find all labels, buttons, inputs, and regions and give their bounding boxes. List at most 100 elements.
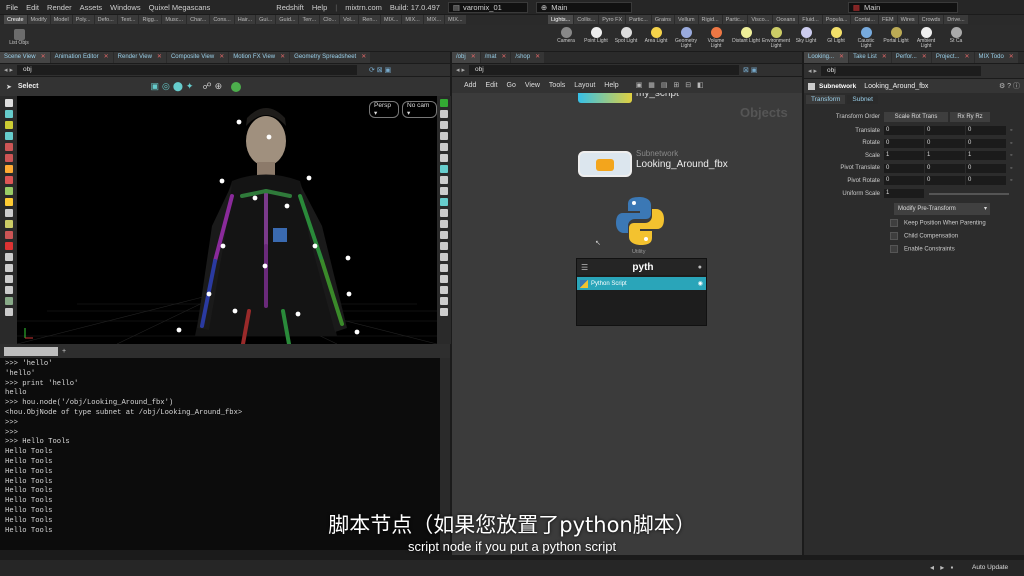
tool-icon[interactable]	[4, 308, 13, 316]
network-path[interactable]: obj	[468, 65, 739, 75]
network-menu-item[interactable]: Layout	[574, 82, 595, 89]
network-display-icons[interactable]: ▣ ▦ ▤ ⊞ ⊟ ◧	[636, 81, 706, 89]
menu-render[interactable]: Render	[47, 3, 72, 12]
display-option-icon[interactable]	[440, 286, 448, 294]
checkbox-row[interactable]: Keep Position When Parenting	[890, 219, 986, 227]
shelf-tab[interactable]: Vellum	[675, 15, 698, 24]
green-status-icon[interactable]	[231, 81, 242, 92]
menu-list-icon[interactable]: ☰	[581, 263, 588, 272]
param-value-field[interactable]: 0	[966, 126, 1006, 135]
menu-quixel[interactable]: Quixel Megascans	[149, 3, 211, 12]
shelf-tab[interactable]: Rigg...	[139, 15, 162, 24]
shelf-tab[interactable]: FEM	[878, 15, 897, 24]
shelf-tab[interactable]: MIX...	[402, 15, 423, 24]
param-value-field[interactable]: 0	[884, 126, 924, 135]
close-tab-icon[interactable]: ✕	[471, 52, 476, 63]
network-menu-item[interactable]: Tools	[549, 82, 565, 89]
scene-viewport[interactable]: Persp ▾ No cam ▾	[17, 96, 437, 344]
checkbox[interactable]	[890, 245, 898, 253]
display-option-icon[interactable]	[440, 275, 448, 283]
display-option-icon[interactable]	[440, 176, 448, 184]
viewer-tab[interactable]: Animation Editor ✕	[50, 52, 113, 63]
shelf-tab[interactable]: Partic...	[626, 15, 651, 24]
tool-icon[interactable]	[4, 286, 13, 294]
file-name-field[interactable]: ▤ varomix_01	[447, 1, 528, 13]
checkbox[interactable]	[890, 219, 898, 227]
checkbox-row[interactable]: Enable Constraints	[890, 245, 955, 253]
display-option-icon[interactable]	[440, 143, 448, 151]
shelf-tab[interactable]: Lights...	[548, 15, 574, 24]
checkbox-row[interactable]: Child Compensation	[890, 232, 958, 240]
shelf-tab[interactable]: Oceans	[773, 15, 799, 24]
tab-search-input[interactable]: pyth	[588, 262, 698, 273]
menu-edit[interactable]: Edit	[26, 3, 39, 12]
shelf-tab[interactable]: Collis...	[574, 15, 599, 24]
shelf-tab[interactable]: Crowds	[918, 15, 944, 24]
net-pin-icon[interactable]: ⊠ ▣	[743, 66, 757, 74]
shelf-tab[interactable]: Partic...	[722, 15, 748, 24]
param-key-icon[interactable]: ◦	[1010, 140, 1012, 147]
close-tab-icon[interactable]: ✕	[839, 52, 844, 63]
list-objs-tool[interactable]: List Objs	[4, 27, 34, 46]
close-tab-icon[interactable]: ✕	[104, 52, 109, 63]
param-settings-icon[interactable]: ⚙ ? ⓘ	[999, 81, 1020, 91]
light-tool[interactable]: GI Light	[822, 25, 850, 51]
rot-order-select[interactable]: Rx Ry Rz	[950, 111, 990, 122]
modify-pretransform-button[interactable]: Modify Pre-Transform ▾	[894, 203, 990, 215]
param-value-field[interactable]: 0	[966, 163, 1006, 173]
param-value-field[interactable]: 0	[925, 138, 965, 148]
display-option-icon[interactable]	[440, 187, 448, 195]
close-tab-icon[interactable]: ✕	[501, 52, 506, 63]
param-value-field[interactable]: 0	[884, 163, 924, 173]
tool-icon[interactable]	[4, 220, 13, 228]
display-option-icon[interactable]	[440, 154, 448, 162]
add-tab-icon[interactable]: +	[62, 348, 66, 355]
desktop-select[interactable]: ⊕ Main	[535, 1, 632, 13]
close-tab-icon[interactable]: ✕	[219, 52, 224, 63]
auto-update-button[interactable]: Auto Update	[972, 564, 1008, 571]
display-option-icon[interactable]	[440, 253, 448, 261]
menu-windows[interactable]: Windows	[110, 3, 140, 12]
desktop-select-2[interactable]: ▦ Main	[847, 1, 958, 13]
param-tab[interactable]: Project... ✕	[931, 52, 974, 63]
shelf-tab[interactable]: Popula...	[822, 15, 851, 24]
display-option-icon[interactable]	[440, 99, 448, 107]
light-tool[interactable]: Area Light	[642, 25, 670, 51]
tool-icon[interactable]	[4, 121, 13, 129]
param-key-icon[interactable]: ◦	[1010, 152, 1012, 159]
menu-file[interactable]: File	[6, 3, 18, 12]
close-tab-icon[interactable]: ✕	[157, 52, 162, 63]
tool-icon[interactable]	[4, 154, 13, 162]
light-tool[interactable]: Spot Light	[612, 25, 640, 51]
close-tab-icon[interactable]: ✕	[535, 52, 540, 63]
param-value-field[interactable]: 1	[884, 151, 924, 160]
tool-icon[interactable]	[4, 253, 13, 261]
display-option-icon[interactable]	[440, 308, 448, 316]
param-path[interactable]: obj	[820, 66, 981, 76]
light-tool[interactable]: Distant Light	[732, 25, 760, 51]
shelf-tab[interactable]: Create	[4, 15, 27, 24]
tool-icon[interactable]	[4, 297, 13, 305]
display-option-icon[interactable]	[440, 209, 448, 217]
light-tool[interactable]: Caustic Light	[852, 25, 880, 51]
shelf-tab[interactable]: Drive...	[944, 15, 968, 24]
shelf-tab[interactable]: Vol...	[340, 15, 359, 24]
display-option-icon[interactable]	[440, 264, 448, 272]
display-option-icon[interactable]	[440, 121, 448, 129]
uniform-scale-slider[interactable]	[929, 192, 1009, 195]
tool-icon[interactable]	[4, 143, 13, 151]
uniform-scale-field[interactable]: 1	[884, 189, 924, 198]
light-tool[interactable]: Portal Light	[882, 25, 910, 51]
param-value-field[interactable]: 0	[925, 163, 965, 173]
viewer-path[interactable]: obj	[16, 65, 357, 75]
viewer-tab[interactable]: Composite View ✕	[166, 52, 229, 63]
light-tool[interactable]: Sky Light	[792, 25, 820, 51]
select-arrow-icon[interactable]: ➤	[6, 83, 12, 91]
shelf-tab[interactable]: Visco...	[748, 15, 773, 24]
close-tab-icon[interactable]: ✕	[41, 52, 46, 63]
display-option-icon[interactable]	[440, 242, 448, 250]
tool-icon[interactable]	[4, 264, 13, 272]
transform-order-select[interactable]: Scale Rot Trans	[884, 111, 948, 122]
close-tab-icon[interactable]: ✕	[965, 52, 970, 63]
network-tab[interactable]: /obj ✕	[452, 52, 480, 63]
